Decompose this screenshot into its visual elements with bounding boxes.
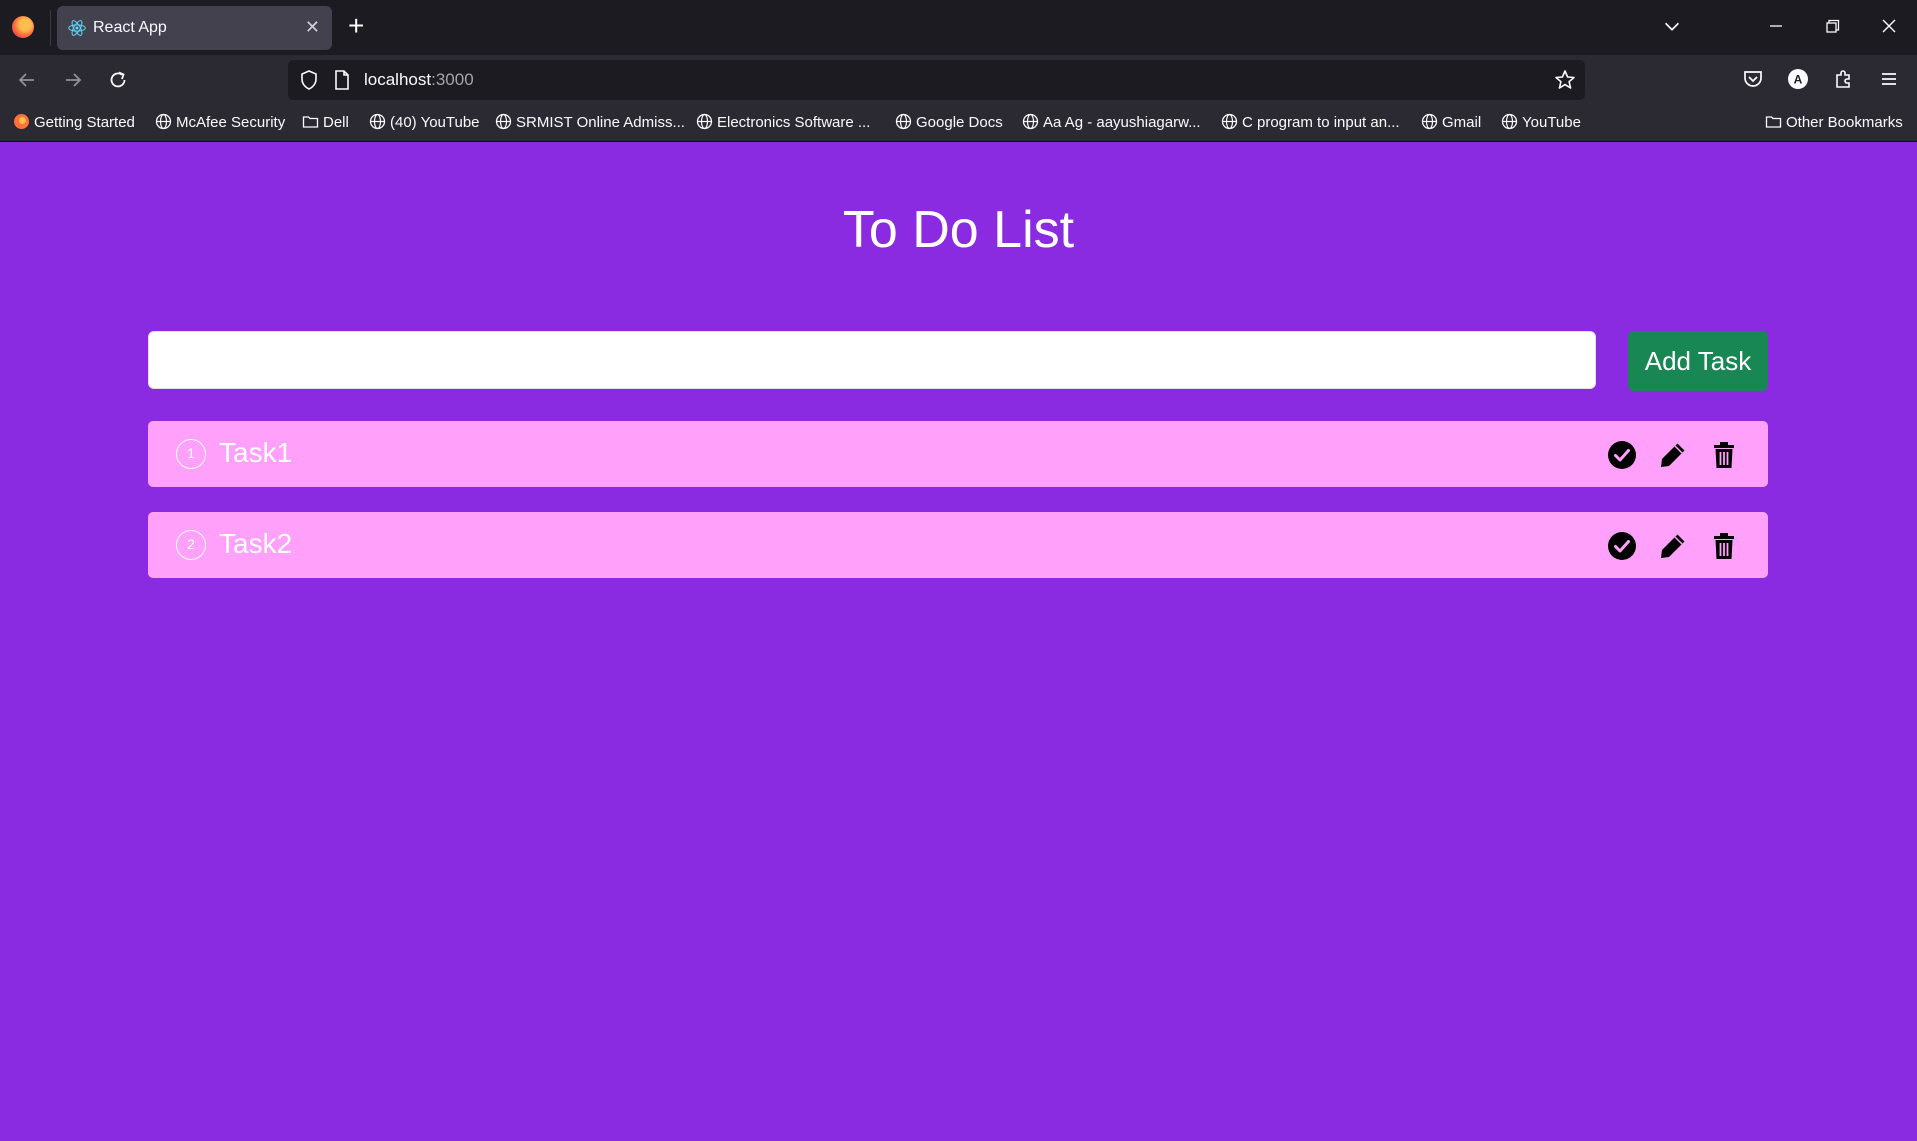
- edit-pencil-icon[interactable]: [1657, 439, 1689, 471]
- account-avatar-icon[interactable]: A: [1785, 66, 1811, 92]
- account-initial: A: [1794, 73, 1803, 87]
- other-bookmarks-label: Other Bookmarks: [1786, 114, 1903, 131]
- tab-strip: React App ✕ +: [0, 0, 1917, 55]
- close-window-icon[interactable]: [1875, 12, 1903, 40]
- bookmark-label: Google Docs: [916, 114, 1003, 131]
- task-text: Task1: [219, 437, 293, 468]
- new-tab-button[interactable]: +: [348, 9, 364, 43]
- bookmarks-toolbar: Getting Started McAfee Security Dell (40) Y…: [0, 103, 1917, 142]
- react-icon: [68, 20, 86, 36]
- reload-icon[interactable]: [105, 67, 131, 93]
- edit-pencil-icon[interactable]: [1657, 530, 1689, 562]
- task-number-badge: 1: [176, 439, 206, 469]
- globe-icon: [155, 113, 172, 130]
- bookmark-label: C program to input an...: [1242, 114, 1400, 131]
- menu-icon[interactable]: [1876, 66, 1902, 92]
- task-row: 2 Task2: [148, 512, 1768, 578]
- bookmark-item[interactable]: C program to input an...: [1221, 112, 1400, 134]
- task-text: Task2: [219, 528, 293, 559]
- bookmark-star-icon[interactable]: [1553, 68, 1577, 92]
- tab-close-icon[interactable]: ✕: [305, 17, 320, 37]
- task-input[interactable]: [148, 331, 1596, 389]
- bookmark-label: YouTube: [1522, 114, 1581, 131]
- page-title: To Do List: [842, 201, 1075, 259]
- url-host: localhost: [364, 70, 432, 89]
- globe-icon: [1221, 113, 1238, 130]
- pocket-icon[interactable]: [1740, 66, 1766, 92]
- bookmark-item[interactable]: Aa Ag - aayushiagarw...: [1022, 112, 1201, 134]
- folder-icon: [1765, 116, 1782, 128]
- firefox-logo-icon[interactable]: [12, 16, 34, 38]
- bookmark-label: Getting Started: [34, 114, 135, 131]
- bookmark-item[interactable]: Electronics Software ...: [696, 112, 870, 134]
- restore-icon[interactable]: [1818, 12, 1846, 40]
- bookmark-item[interactable]: McAfee Security: [155, 112, 285, 134]
- active-tab[interactable]: React App ✕: [57, 6, 332, 50]
- url-bar[interactable]: localhost:3000: [288, 60, 1585, 100]
- bookmark-item[interactable]: SRMIST Online Admiss...: [495, 112, 685, 134]
- bookmark-label: Aa Ag - aayushiagarw...: [1043, 114, 1201, 131]
- add-task-button[interactable]: Add Task: [1628, 331, 1768, 391]
- list-all-tabs-icon[interactable]: [1661, 15, 1683, 37]
- url-port: :3000: [431, 70, 474, 89]
- forward-icon[interactable]: [60, 67, 86, 93]
- page-info-icon[interactable]: [332, 69, 352, 91]
- globe-icon: [1501, 113, 1518, 130]
- globe-icon: [369, 113, 386, 130]
- task-number-badge: 2: [176, 530, 206, 560]
- bookmark-item[interactable]: YouTube: [1501, 112, 1581, 134]
- other-bookmarks[interactable]: Other Bookmarks: [1765, 112, 1903, 134]
- folder-icon: [302, 116, 319, 128]
- bookmark-label: McAfee Security: [176, 114, 286, 131]
- extensions-icon[interactable]: [1831, 66, 1857, 92]
- back-icon[interactable]: [14, 67, 40, 93]
- complete-check-icon[interactable]: [1606, 530, 1638, 562]
- bookmark-item[interactable]: Getting Started: [13, 112, 135, 134]
- bookmark-label: (40) YouTube: [390, 114, 480, 131]
- bookmark-label: Electronics Software ...: [717, 114, 871, 131]
- tracking-protection-icon[interactable]: [298, 69, 320, 91]
- url-text[interactable]: localhost:3000: [364, 70, 474, 90]
- firefox-icon: [14, 114, 29, 129]
- bookmark-item[interactable]: (40) YouTube: [369, 112, 480, 134]
- navigation-toolbar: localhost:3000 A: [0, 55, 1917, 103]
- tab-title: React App: [93, 19, 167, 36]
- minimize-icon[interactable]: [1762, 12, 1790, 40]
- bookmark-item[interactable]: Google Docs: [895, 112, 1003, 134]
- bookmark-label: Dell: [323, 114, 349, 131]
- delete-trash-icon[interactable]: [1708, 439, 1740, 471]
- globe-icon: [495, 113, 512, 130]
- tab-separator: [50, 10, 51, 46]
- bookmark-item[interactable]: Gmail: [1421, 112, 1481, 134]
- task-row: 1 Task1: [148, 421, 1768, 487]
- globe-icon: [1022, 113, 1039, 130]
- delete-trash-icon[interactable]: [1708, 530, 1740, 562]
- globe-icon: [895, 113, 912, 130]
- bookmark-label: Gmail: [1442, 114, 1482, 131]
- complete-check-icon[interactable]: [1606, 439, 1638, 471]
- globe-icon: [1421, 113, 1438, 130]
- bookmark-label: SRMIST Online Admiss...: [516, 114, 685, 131]
- browser-chrome: React App ✕ + localhost:3000 A Getting S…: [0, 0, 1917, 142]
- globe-icon: [696, 113, 713, 130]
- bookmark-item[interactable]: Dell: [302, 112, 349, 134]
